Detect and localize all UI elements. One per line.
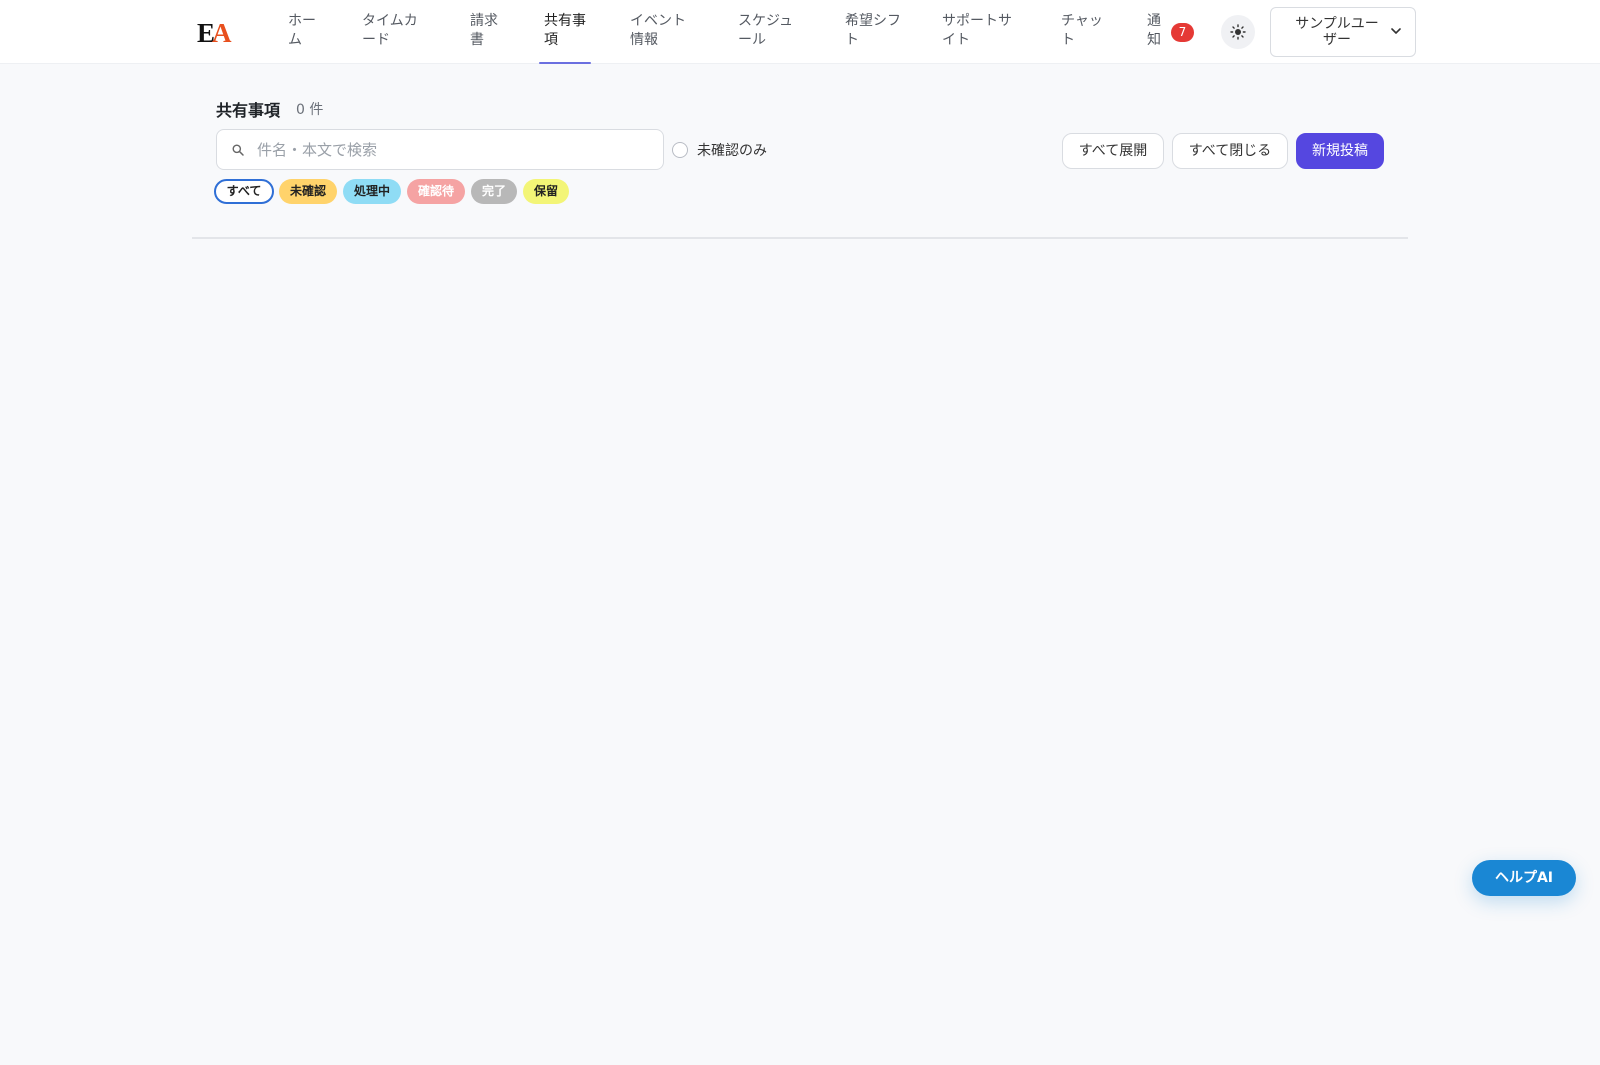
nav-label: ール xyxy=(738,32,766,48)
collapse-all-button[interactable]: すべて閉じる xyxy=(1172,133,1288,169)
filter-chip-on-hold[interactable]: 保留 xyxy=(523,179,569,204)
user-menu-button[interactable]: サンプルユー ザー xyxy=(1270,7,1416,57)
nav-label: 通 xyxy=(1147,13,1161,29)
nav-item-event-info[interactable]: イベント 情報 xyxy=(630,12,686,64)
nav-label: 共有事 xyxy=(544,13,586,29)
search-box xyxy=(216,129,664,170)
filter-chip-in-progress[interactable]: 処理中 xyxy=(343,179,401,204)
nav-label: 項 xyxy=(544,32,558,48)
nav-item-schedule[interactable]: スケジュ ール xyxy=(738,12,793,64)
nav-label: チャッ xyxy=(1061,13,1103,29)
search-icon xyxy=(232,144,244,156)
content-divider xyxy=(192,237,1408,239)
nav-label: ト xyxy=(1061,32,1075,48)
expand-all-button[interactable]: すべて展開 xyxy=(1062,133,1164,169)
nav-label: ト xyxy=(845,32,859,48)
filter-chip-all[interactable]: すべて xyxy=(214,179,274,204)
search-input[interactable] xyxy=(257,130,647,169)
nav-item-shared-items[interactable]: 共有事 項 xyxy=(539,12,591,64)
help-ai-button[interactable]: ヘルプAI xyxy=(1472,860,1576,896)
filter-chip-awaiting-confirmation[interactable]: 確認待 xyxy=(407,179,465,204)
nav-item-chat[interactable]: チャッ ト xyxy=(1061,12,1103,64)
page-title: 共有事項 xyxy=(216,101,281,120)
nav-label: 請求 xyxy=(470,13,498,29)
nav-label: タイムカ xyxy=(362,13,418,29)
filter-chip-unconfirmed[interactable]: 未確認 xyxy=(279,179,337,204)
nav-item-notifications[interactable]: 通 知 xyxy=(1147,12,1161,64)
nav-label: イベント xyxy=(630,13,686,29)
unconfirmed-only-checkbox[interactable] xyxy=(672,142,688,158)
nav-label: ホー xyxy=(288,13,316,29)
nav-label: サポートサ xyxy=(942,13,1012,29)
sun-icon xyxy=(1230,24,1246,40)
nav-item-timecard[interactable]: タイムカ ード xyxy=(362,12,418,64)
nav-label: 情報 xyxy=(630,32,658,48)
nav-item-shift-request[interactable]: 希望シフ ト xyxy=(845,12,901,64)
chevron-down-icon xyxy=(1391,28,1401,34)
nav-label: スケジュ xyxy=(738,13,794,29)
user-name: サンプルユー ザー xyxy=(1289,16,1385,48)
svg-text:A: A xyxy=(212,18,232,46)
nav-label: ム xyxy=(288,32,302,48)
app-logo[interactable]: E A xyxy=(197,18,233,46)
nav-label: 希望シフ xyxy=(845,13,901,29)
nav-item-invoice[interactable]: 請求 書 xyxy=(470,12,498,64)
nav-item-home[interactable]: ホー ム xyxy=(288,12,316,64)
nav-label: 知 xyxy=(1147,32,1161,48)
nav-label: ード xyxy=(362,32,390,48)
new-post-button[interactable]: 新規投稿 xyxy=(1296,133,1384,169)
item-count: 0 件 xyxy=(296,102,324,118)
nav-item-support-site[interactable]: サポートサ イト xyxy=(942,12,1012,64)
nav-label: 書 xyxy=(470,32,484,48)
nav-label: イト xyxy=(942,32,970,48)
notification-count-badge: 7 xyxy=(1171,23,1194,42)
theme-toggle-button[interactable] xyxy=(1221,15,1255,49)
top-navigation-bar: E A ホー ム タイムカ ード 請求 書 共有事 項 イベント 情報 スケジュ… xyxy=(0,0,1600,64)
user-name-line1: サンプルユー xyxy=(1295,16,1379,32)
unconfirmed-only-toggle[interactable]: 未確認のみ xyxy=(672,140,767,160)
filter-chip-completed[interactable]: 完了 xyxy=(471,179,517,204)
unconfirmed-only-label: 未確認のみ xyxy=(697,143,767,159)
user-name-line2: ザー xyxy=(1323,32,1351,48)
